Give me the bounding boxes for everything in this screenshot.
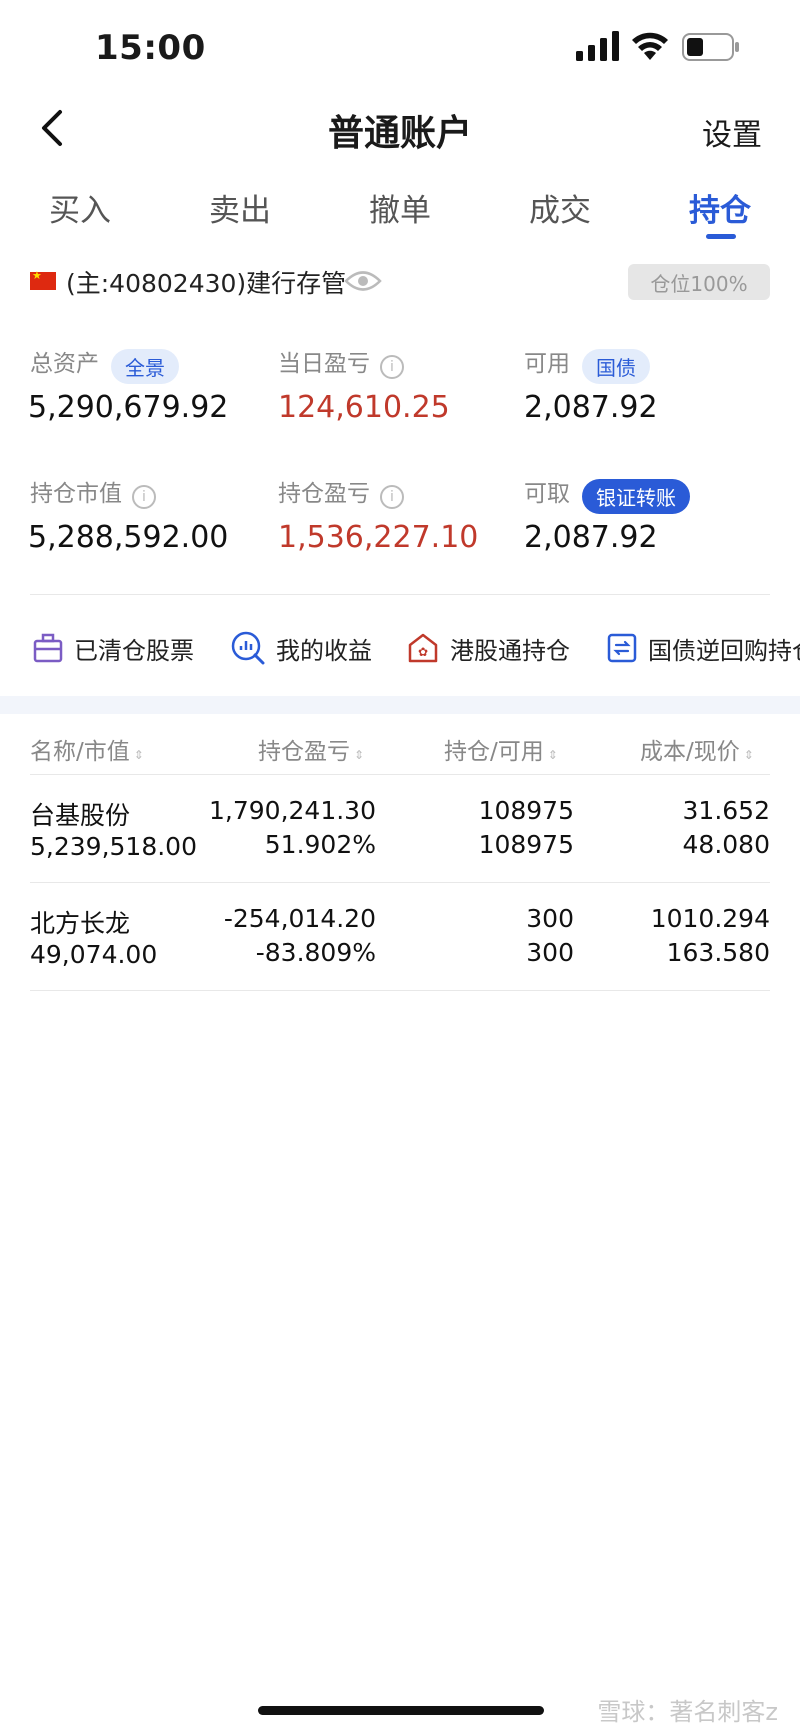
page-title: 普通账户 [327, 113, 472, 154]
withdrawable-value: 2,087.92 [524, 520, 658, 555]
tab-sell[interactable]: 卖出 [160, 185, 320, 230]
china-flag-icon [30, 269, 56, 290]
shortcut-label: 已清仓股票 [74, 636, 194, 665]
divider [30, 594, 770, 595]
info-icon[interactable]: i [380, 484, 404, 509]
total-assets-value: 5,290,679.92 [28, 390, 229, 425]
divider [30, 774, 770, 775]
daily-pnl-label-group: 当日盈亏 i [278, 344, 404, 379]
holding-pnl-pct: 51.902% [264, 830, 376, 859]
battery-icon [682, 33, 739, 61]
home-indicator [258, 1706, 544, 1715]
withdrawable-label: 可取 [524, 481, 570, 507]
holding-pnl-pct: -83.809% [255, 938, 376, 967]
holding-pnl-label: 持仓盈亏 [278, 481, 370, 507]
holding-qty: 108975 [478, 796, 574, 825]
shortcut-label: 港股通持仓 [450, 636, 570, 665]
section-separator [0, 696, 800, 714]
treasury-repo-holdings-link[interactable]: 国债逆回购持仓 [606, 628, 800, 668]
column-header-holding[interactable]: 持仓/可用 ⇕ [444, 732, 558, 766]
shortcut-label: 国债逆回购持仓 [648, 636, 800, 665]
available-value: 2,087.92 [524, 390, 658, 425]
repo-cycle-icon [607, 633, 637, 663]
holding-pnl: -254,014.20 [223, 904, 376, 933]
column-header-name[interactable]: 名称/市值 ⇕ [30, 732, 144, 766]
eye-icon[interactable] [344, 268, 382, 294]
holding-pnl-label-group: 持仓盈亏 i [278, 474, 404, 509]
svg-text:✿: ✿ [418, 645, 428, 659]
table-row[interactable]: 台基股份 5,239,518.00 1,790,241.30 51.902% 1… [30, 784, 770, 882]
tab-cancel[interactable]: 撤单 [320, 185, 480, 230]
bank-transfer-button[interactable]: 银证转账 [582, 479, 690, 514]
holding-value-value: 5,288,592.00 [28, 520, 229, 555]
market-value: 49,074.00 [30, 940, 158, 969]
cost-price: 31.652 [682, 796, 770, 825]
total-assets-label-group: 总资产 全景 [30, 344, 179, 384]
sort-icon: ⇕ [133, 748, 144, 762]
my-earnings-link[interactable]: 我的收益 [230, 628, 372, 668]
tab-positions[interactable]: 持仓 [640, 185, 800, 230]
market-value: 5,239,518.00 [30, 832, 197, 861]
active-tab-indicator [706, 234, 736, 239]
account-label: (主:40802430)建行存管 [66, 269, 347, 298]
divider [30, 882, 770, 883]
signal-icon [576, 31, 619, 61]
stock-name: 北方长龙 [30, 909, 131, 938]
overview-button[interactable]: 全景 [111, 349, 179, 384]
info-icon[interactable]: i [132, 484, 156, 509]
shortcut-label: 我的收益 [276, 636, 372, 665]
table-row[interactable]: 北方长龙 49,074.00 -254,014.20 -83.809% 300 … [30, 892, 770, 990]
total-assets-label: 总资产 [30, 351, 99, 377]
stock-name: 台基股份 [30, 801, 131, 830]
treasury-button[interactable]: 国债 [582, 349, 650, 384]
column-header-cost[interactable]: 成本/现价 ⇕ [640, 732, 754, 766]
wifi-icon [632, 32, 668, 60]
withdrawable-label-group: 可取 银证转账 [524, 474, 690, 514]
chart-search-icon [231, 631, 265, 665]
holding-qty: 300 [526, 904, 574, 933]
current-price: 163.580 [666, 938, 770, 967]
trade-tabs: 买入 卖出 撤单 成交 持仓 [0, 185, 800, 245]
holding-value-label-group: 持仓市值 i [30, 474, 156, 509]
hk-house-icon: ✿ [408, 633, 438, 663]
briefcase-icon [33, 633, 63, 663]
cleared-stocks-link[interactable]: 已清仓股票 [32, 628, 194, 668]
holding-value-label: 持仓市值 [30, 481, 122, 507]
available-qty: 300 [526, 938, 574, 967]
position-ratio-badge: 仓位100% [628, 264, 770, 300]
available-label: 可用 [524, 351, 570, 377]
settings-button[interactable]: 设置 [702, 110, 762, 154]
daily-pnl-label: 当日盈亏 [278, 351, 370, 377]
current-price: 48.080 [682, 830, 770, 859]
tab-buy[interactable]: 买入 [0, 185, 160, 230]
info-icon[interactable]: i [380, 354, 404, 379]
cost-price: 1010.294 [650, 904, 770, 933]
available-label-group: 可用 国债 [524, 344, 650, 384]
tab-deals[interactable]: 成交 [480, 185, 640, 230]
column-header-pnl[interactable]: 持仓盈亏 ⇕ [258, 732, 364, 766]
sort-icon: ⇕ [743, 748, 754, 762]
holding-pnl: 1,790,241.30 [209, 796, 376, 825]
daily-pnl-value: 124,610.25 [278, 390, 450, 425]
status-time: 15:00 [95, 28, 206, 68]
divider [30, 990, 770, 991]
watermark-text: 雪球：著名刺客z [597, 1698, 778, 1726]
holding-pnl-value: 1,536,227.10 [278, 520, 479, 555]
sort-icon: ⇕ [354, 748, 365, 762]
sort-icon: ⇕ [547, 748, 558, 762]
available-qty: 108975 [478, 830, 574, 859]
hk-connect-holdings-link[interactable]: ✿ 港股通持仓 [406, 628, 570, 668]
